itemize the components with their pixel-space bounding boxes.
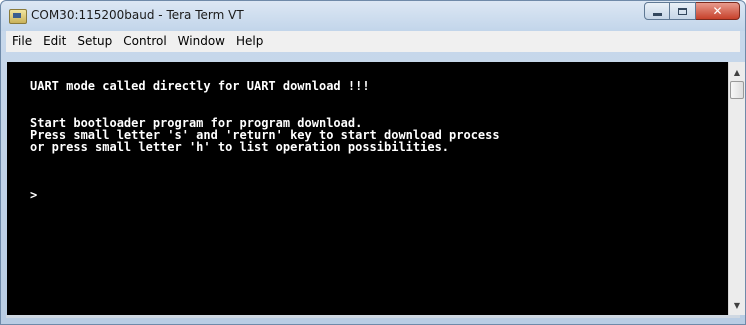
terminal-prompt: > (30, 188, 38, 202)
terminal-line-uart-mode: UART mode called directly for UART downl… (30, 79, 370, 93)
menu-file[interactable]: File (6, 31, 37, 52)
menu-control[interactable]: Control (117, 31, 171, 52)
maximize-button[interactable] (670, 2, 696, 20)
scroll-down-arrow-icon[interactable]: ▼ (729, 297, 745, 313)
vertical-scrollbar[interactable]: ▲ ▼ (728, 62, 745, 315)
menu-help[interactable]: Help (230, 31, 268, 52)
menu-bar: File Edit Setup Control Window Help (6, 31, 740, 52)
window-title: COM30:115200baud - Tera Term VT (31, 8, 244, 22)
menu-window[interactable]: Window (172, 31, 230, 52)
tera-term-app-icon[interactable] (9, 9, 27, 24)
tera-term-window: COM30:115200baud - Tera Term VT ✕ File E… (0, 0, 746, 325)
menu-setup[interactable]: Setup (71, 31, 117, 52)
menu-edit[interactable]: Edit (37, 31, 71, 52)
window-bottom-border (6, 315, 740, 318)
minimize-icon (652, 12, 662, 16)
close-icon: ✕ (712, 4, 723, 18)
scroll-thumb[interactable] (730, 81, 744, 99)
scroll-up-arrow-icon[interactable]: ▲ (729, 64, 745, 80)
terminal-screen[interactable]: UART mode called directly for UART downl… (7, 62, 728, 315)
caption-buttons: ✕ (644, 2, 740, 22)
maximize-icon (678, 7, 687, 15)
title-bar[interactable]: COM30:115200baud - Tera Term VT ✕ (1, 1, 745, 31)
close-button[interactable]: ✕ (696, 2, 740, 20)
terminal-line-press-h: or press small letter 'h' to list operat… (30, 140, 450, 154)
minimize-button[interactable] (644, 2, 670, 20)
